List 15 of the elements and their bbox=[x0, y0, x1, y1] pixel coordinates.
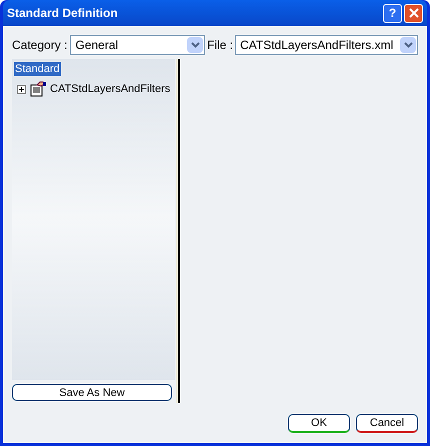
category-label: Category : bbox=[12, 37, 68, 54]
file-label: File : bbox=[207, 37, 234, 54]
tree-item[interactable]: Standard bbox=[14, 62, 61, 76]
expand-icon[interactable] bbox=[17, 84, 26, 94]
close-button[interactable] bbox=[404, 4, 423, 22]
cancel-button[interactable]: Cancel bbox=[356, 414, 418, 433]
dropdown-field[interactable]: CATStdLayersAndFilters.xml bbox=[235, 35, 418, 55]
document-hand-icon bbox=[30, 81, 46, 97]
close-icon bbox=[408, 8, 418, 18]
save-as-new-button[interactable]: Save As New bbox=[12, 384, 172, 401]
dropdown-field[interactable]: General bbox=[70, 35, 206, 55]
tree-item[interactable]: CATStdLayersAndFilters bbox=[49, 82, 172, 96]
ok-button[interactable]: OK bbox=[288, 414, 350, 433]
window-title: Standard Definition bbox=[7, 5, 119, 22]
help-button[interactable]: ? bbox=[383, 4, 402, 22]
